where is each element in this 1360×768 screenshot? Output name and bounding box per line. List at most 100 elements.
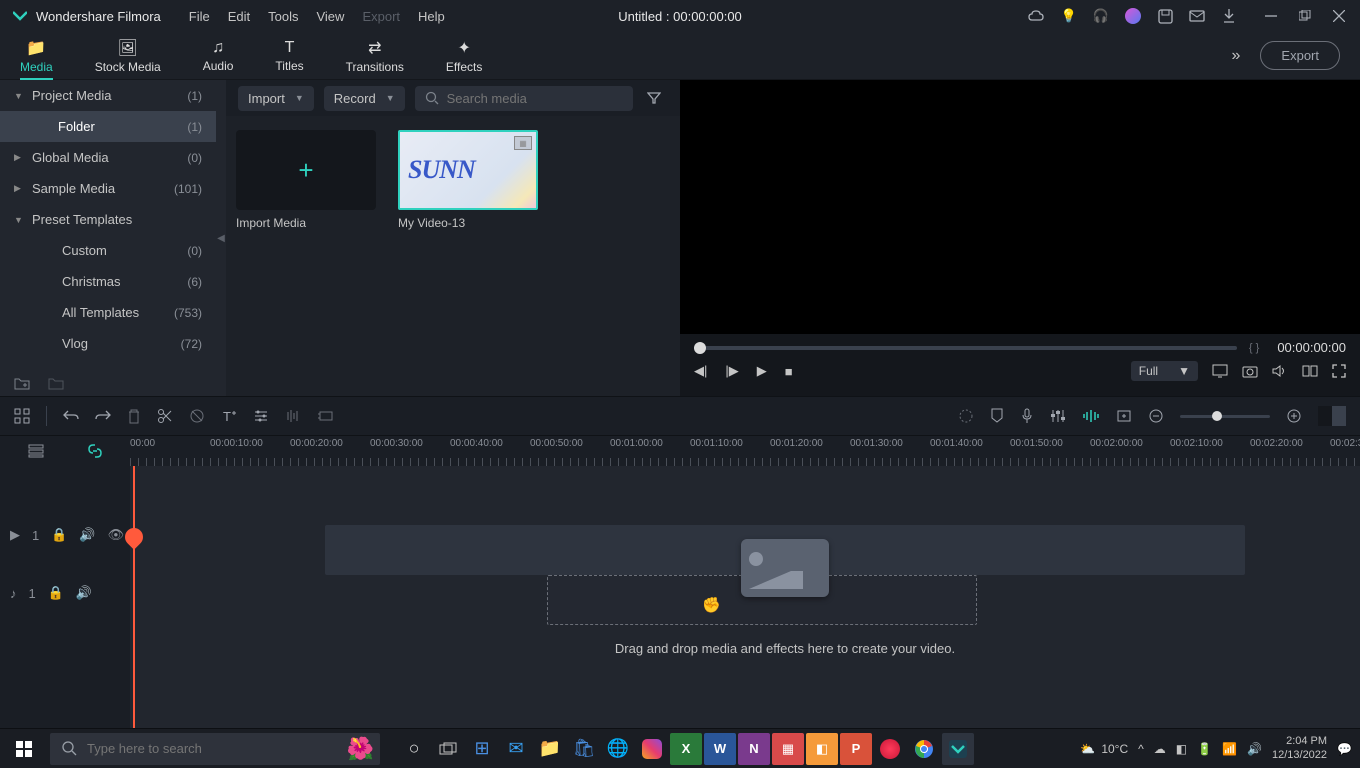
delete-icon[interactable] (127, 408, 141, 424)
voiceover-icon[interactable] (1020, 408, 1034, 424)
marker-brackets[interactable]: { } (1249, 342, 1259, 354)
export-button[interactable]: Export (1260, 41, 1340, 70)
search-box[interactable] (415, 86, 633, 111)
import-dropdown[interactable]: Import▼ (238, 86, 314, 111)
filter-icon[interactable] (643, 91, 665, 105)
split-icon[interactable] (157, 408, 173, 424)
minimize-icon[interactable] (1262, 7, 1280, 25)
task-view-icon[interactable] (432, 733, 464, 765)
tab-effects[interactable]: ✦Effects (446, 38, 482, 74)
start-button[interactable] (0, 729, 48, 768)
sidebar-item-vlog[interactable]: Vlog(72) (0, 328, 216, 359)
tab-transitions[interactable]: ⇄Transitions (346, 38, 404, 74)
sidebar-item-preset-templates[interactable]: ▼Preset Templates (0, 204, 216, 235)
zoom-out-icon[interactable] (1148, 408, 1164, 424)
quality-dropdown[interactable]: Full▼ (1131, 361, 1198, 381)
tray-app-icon[interactable]: ◧ (1176, 742, 1187, 756)
playhead[interactable] (133, 466, 135, 728)
search-input[interactable] (447, 91, 623, 106)
edge-icon[interactable]: 🌐 (602, 733, 634, 765)
auto-ripple-icon[interactable] (1082, 408, 1100, 424)
app-icon-2[interactable]: ▦ (772, 733, 804, 765)
fullscreen-icon[interactable] (1332, 364, 1346, 378)
tab-media[interactable]: 📁Media (20, 38, 53, 80)
record-dropdown[interactable]: Record▼ (324, 86, 405, 111)
app-icon-1[interactable]: ⊞ (466, 733, 498, 765)
scrubber-track[interactable] (694, 346, 1237, 350)
menu-view[interactable]: View (316, 9, 344, 24)
menu-file[interactable]: File (189, 9, 210, 24)
sidebar-item-all-templates[interactable]: All Templates(753) (0, 297, 216, 328)
opera-icon[interactable] (874, 733, 906, 765)
snapshot-icon[interactable] (1242, 364, 1258, 378)
excel-icon[interactable]: X (670, 733, 702, 765)
notifications-icon[interactable]: 💬 (1337, 742, 1352, 756)
timeline-view-toggle[interactable] (1318, 406, 1346, 426)
adjust-icon[interactable] (253, 408, 269, 424)
powerpoint-icon[interactable]: P (840, 733, 872, 765)
video-tile[interactable]: SUNN ▦ My Video-13 (398, 130, 538, 230)
undo-icon[interactable] (63, 409, 79, 423)
tray-expand-icon[interactable]: ^ (1138, 742, 1144, 756)
scrubber-thumb[interactable] (694, 342, 706, 354)
drop-zone[interactable]: Drag and drop media and effects here to … (280, 539, 1290, 699)
clock[interactable]: 2:04 PM12/13/2022 (1272, 735, 1327, 761)
cortana-icon[interactable]: ○ (398, 733, 430, 765)
import-media-tile[interactable]: + Import Media (236, 130, 376, 230)
sound-icon[interactable]: 🔊 (1247, 742, 1262, 756)
message-icon[interactable] (1188, 7, 1206, 25)
sidebar-item-custom[interactable]: Custom(0) (0, 235, 216, 266)
next-frame-button[interactable]: |▶ (725, 363, 738, 379)
download-icon[interactable] (1220, 7, 1238, 25)
instagram-icon[interactable] (636, 733, 668, 765)
speed-icon[interactable] (317, 409, 335, 423)
layout-icon[interactable] (14, 408, 30, 424)
onedrive-icon[interactable]: ☁ (1154, 742, 1166, 756)
tab-audio[interactable]: ♫Audio (203, 39, 234, 73)
zoom-in-icon[interactable] (1286, 408, 1302, 424)
video-thumbnail[interactable]: SUNN ▦ (398, 130, 538, 210)
tab-stock-media[interactable]: 🖼Stock Media (95, 38, 161, 74)
sidebar-item-sample-media[interactable]: ▶Sample Media(101) (0, 173, 216, 204)
add-marker-icon[interactable] (1116, 409, 1132, 423)
onenote-icon[interactable]: N (738, 733, 770, 765)
play-button[interactable]: ▶ (757, 363, 767, 379)
word-icon[interactable]: W (704, 733, 736, 765)
close-icon[interactable] (1330, 7, 1348, 25)
track-manager-icon[interactable] (28, 444, 44, 458)
compare-icon[interactable] (1302, 364, 1318, 378)
explorer-icon[interactable]: 📁 (534, 733, 566, 765)
redo-icon[interactable] (95, 409, 111, 423)
tab-more[interactable]: » (1232, 47, 1241, 65)
marker-icon[interactable] (990, 408, 1004, 424)
app-icon-3[interactable]: ◧ (806, 733, 838, 765)
filmora-taskbar-icon[interactable] (942, 733, 974, 765)
collapse-handle[interactable]: ◀ (216, 80, 226, 396)
save-icon[interactable] (1156, 7, 1174, 25)
new-folder-icon[interactable] (14, 376, 30, 390)
menu-edit[interactable]: Edit (228, 9, 250, 24)
sidebar-item-global-media[interactable]: ▶Global Media(0) (0, 142, 216, 173)
text-add-icon[interactable]: T (221, 408, 237, 424)
maximize-icon[interactable] (1296, 7, 1314, 25)
stop-button[interactable]: ■ (785, 364, 793, 379)
taskbar-search-input[interactable] (87, 741, 368, 756)
link-icon[interactable] (87, 443, 103, 459)
audio-mixer-icon[interactable] (1050, 408, 1066, 424)
store-icon[interactable]: 🛍 (568, 733, 600, 765)
display-icon[interactable] (1212, 364, 1228, 378)
mail-icon[interactable]: ✉ (500, 733, 532, 765)
tab-titles[interactable]: TTitles (275, 39, 303, 73)
sidebar-item-folder[interactable]: Folder(1) (0, 111, 216, 142)
volume-icon[interactable] (1272, 364, 1288, 378)
color-tag-icon[interactable] (958, 408, 974, 424)
zoom-thumb[interactable] (1212, 411, 1222, 421)
chrome-icon[interactable] (908, 733, 940, 765)
audio-track-head[interactable]: ♪ 1 🔒 🔊 (0, 564, 130, 622)
profile-icon[interactable] (1124, 7, 1142, 25)
lock-icon[interactable]: 🔒 (48, 585, 64, 601)
mute-icon[interactable]: 🔊 (79, 527, 95, 543)
taskbar-search[interactable]: 🌺 (50, 733, 380, 765)
headset-icon[interactable]: 🎧 (1092, 7, 1110, 25)
time-ruler[interactable]: 00:0000:00:10:0000:00:20:0000:00:30:0000… (130, 436, 1360, 466)
